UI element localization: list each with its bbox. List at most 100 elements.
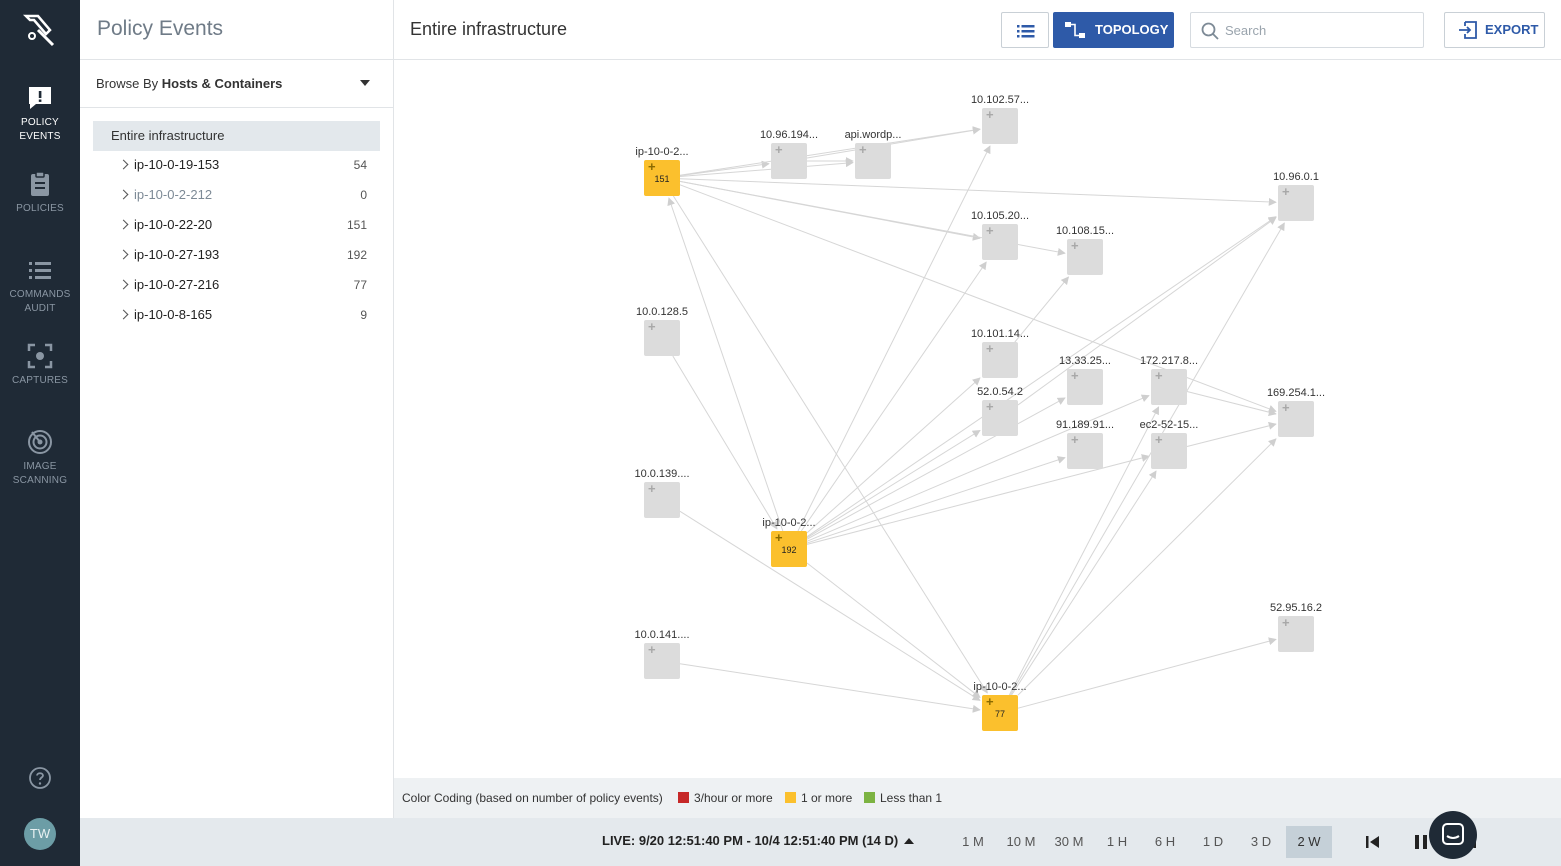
range-30m[interactable]: 30 M <box>1046 826 1092 858</box>
topology-view-button[interactable]: TOPOLOGY <box>1053 12 1174 48</box>
expand-plus-icon[interactable]: + <box>1155 432 1163 447</box>
nav-captures[interactable]: CAPTURES <box>0 342 80 388</box>
chevron-right-icon[interactable] <box>118 279 129 290</box>
expand-plus-icon[interactable]: + <box>775 530 783 545</box>
chevron-right-icon[interactable] <box>118 249 129 260</box>
nav-policy-events[interactable]: POLICY EVENTS <box>0 84 80 144</box>
range-1m[interactable]: 1 M <box>950 826 996 858</box>
expand-plus-icon[interactable]: + <box>1282 184 1290 199</box>
legend-item-green: Less than 1 <box>864 778 942 818</box>
topology-node[interactable]: 172.217.8...+ <box>1140 355 1198 405</box>
edge <box>1011 470 1157 696</box>
expand-plus-icon[interactable]: + <box>1071 432 1079 447</box>
tree-item[interactable]: ip-10-0-2-212 0 <box>93 180 380 210</box>
sidebar: Policy Events Browse By Hosts & Containe… <box>80 0 394 818</box>
tree-item[interactable]: ip-10-0-19-153 54 <box>93 150 380 180</box>
node-label: 10.105.20... <box>971 210 1029 222</box>
expand-plus-icon[interactable]: + <box>648 159 656 174</box>
tree-item[interactable]: ip-10-0-22-20 151 <box>93 210 380 240</box>
expand-plus-icon[interactable]: + <box>859 142 867 157</box>
range-10m[interactable]: 10 M <box>998 826 1044 858</box>
list-view-button[interactable] <box>1001 12 1049 48</box>
tree-root-item[interactable]: Entire infrastructure <box>93 121 380 151</box>
expand-plus-icon[interactable]: + <box>986 223 994 238</box>
export-button[interactable]: EXPORT <box>1444 12 1545 48</box>
topology-node[interactable]: 10.96.0.1+ <box>1273 171 1319 221</box>
app-logo-icon[interactable] <box>20 10 60 50</box>
nav-label: IMAGE <box>23 461 57 472</box>
pause-icon[interactable] <box>1411 832 1431 852</box>
search-box[interactable] <box>1190 12 1424 48</box>
topology-node[interactable]: api.wordp...+ <box>845 129 902 179</box>
tree-item[interactable]: ip-10-0-27-193 192 <box>93 240 380 270</box>
edge <box>679 160 770 177</box>
topology-canvas[interactable]: ip-10-0-2... +151 10.96.194... + api.wordp..… <box>394 60 1561 778</box>
expand-plus-icon[interactable]: + <box>1071 238 1079 253</box>
topology-node[interactable]: 10.96.194...+ <box>760 129 818 179</box>
expand-plus-icon[interactable]: + <box>986 107 994 122</box>
topology-node[interactable]: ec2-52-15...+ <box>1140 419 1199 469</box>
expand-plus-icon[interactable]: + <box>986 341 994 356</box>
tree-item[interactable]: ip-10-0-27-216 77 <box>93 270 380 300</box>
chat-icon <box>1442 823 1464 845</box>
skip-back-icon[interactable] <box>1363 832 1383 852</box>
nav-image-scanning[interactable]: IMAGE SCANNING <box>0 428 80 488</box>
topology-node[interactable]: 169.254.1...+ <box>1267 387 1325 437</box>
range-2w[interactable]: 2 W <box>1286 826 1332 858</box>
header: Entire infrastructure TOPOLOGY EXPORT <box>394 0 1561 60</box>
nav-commands-audit[interactable]: COMMANDS AUDIT <box>0 256 80 316</box>
browse-by-dropdown[interactable]: Browse By Hosts & Containers <box>96 76 376 91</box>
chevron-right-icon[interactable] <box>118 219 129 230</box>
range-1d[interactable]: 1 D <box>1190 826 1236 858</box>
topology-node[interactable]: 10.108.15...+ <box>1056 225 1114 275</box>
list-icon <box>1017 25 1035 38</box>
expand-plus-icon[interactable]: + <box>648 481 656 496</box>
topology-node[interactable]: ip-10-0-2...+192 <box>762 517 816 567</box>
topology-node[interactable]: 91.189.91...+ <box>1056 419 1114 469</box>
range-6h[interactable]: 6 H <box>1142 826 1188 858</box>
topology-node[interactable]: ip-10-0-2...+151 <box>635 146 689 196</box>
topology-graph[interactable]: ip-10-0-2...+15110.96.194...+api.wordp..… <box>394 60 1561 778</box>
capture-icon <box>27 343 53 369</box>
topology-node[interactable]: 10.102.57...+ <box>971 94 1029 144</box>
expand-plus-icon[interactable]: + <box>1155 368 1163 383</box>
range-3d[interactable]: 3 D <box>1238 826 1284 858</box>
nav-policies[interactable]: POLICIES <box>0 170 80 216</box>
topology-node[interactable]: 10.0.141....+ <box>634 629 690 679</box>
tree-item[interactable]: ip-10-0-8-165 9 <box>93 300 380 330</box>
node-label: api.wordp... <box>845 129 902 141</box>
chevron-right-icon[interactable] <box>118 189 129 200</box>
topology-node[interactable]: 10.0.128.5+ <box>636 306 688 356</box>
expand-plus-icon[interactable]: + <box>1282 400 1290 415</box>
expand-plus-icon[interactable]: + <box>1282 615 1290 630</box>
edge <box>806 454 1150 545</box>
chevron-right-icon[interactable] <box>118 159 129 170</box>
expand-plus-icon[interactable]: + <box>648 642 656 657</box>
legend-label: 3/hour or more <box>694 791 773 805</box>
expand-plus-icon[interactable]: + <box>1071 368 1079 383</box>
clipboard-icon <box>31 171 49 196</box>
topology-node[interactable]: 13.33.25...+ <box>1059 355 1111 405</box>
topology-node[interactable]: 10.105.20...+ <box>971 210 1029 260</box>
live-range-label[interactable]: LIVE: 9/20 12:51:40 PM - 10/4 12:51:40 P… <box>602 833 898 848</box>
topology-node[interactable]: 10.0.139....+ <box>634 468 690 518</box>
expand-plus-icon[interactable]: + <box>648 319 656 334</box>
node-label: 10.0.141.... <box>634 629 689 641</box>
search-input[interactable] <box>1225 20 1415 40</box>
topology-node[interactable]: ip-10-0-2...+77 <box>973 681 1027 731</box>
topology-node[interactable]: 52.95.16.2+ <box>1270 602 1322 652</box>
topology-node[interactable]: 52.0.54.2+ <box>977 386 1023 436</box>
chat-launcher-button[interactable] <box>1429 811 1477 859</box>
help-circle-icon[interactable] <box>28 766 52 790</box>
expand-plus-icon[interactable]: + <box>986 399 994 414</box>
topology-node[interactable]: 10.101.14...+ <box>971 328 1029 378</box>
legend-swatch <box>864 792 875 803</box>
range-1h[interactable]: 1 H <box>1094 826 1140 858</box>
expand-plus-icon[interactable]: + <box>986 694 994 709</box>
expand-plus-icon[interactable]: + <box>775 142 783 157</box>
caret-up-icon[interactable] <box>904 838 914 844</box>
chevron-right-icon[interactable] <box>118 309 129 320</box>
tree-item-count: 0 <box>360 188 367 202</box>
node-label: 10.96.194... <box>760 129 818 141</box>
avatar[interactable]: TW <box>24 818 56 850</box>
